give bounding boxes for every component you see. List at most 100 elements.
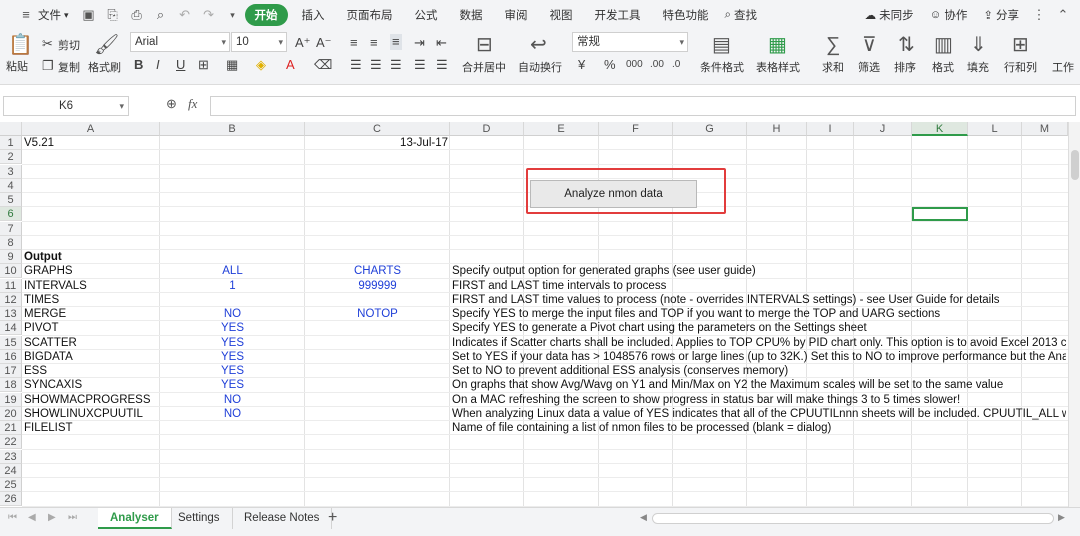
row-header[interactable]: 4 xyxy=(0,178,22,193)
italic-icon[interactable]: I xyxy=(156,58,160,72)
cell-a[interactable]: INTERVALS xyxy=(24,279,158,293)
cell-c[interactable] xyxy=(305,421,450,435)
decrease-decimal-icon[interactable]: .0 xyxy=(672,58,680,72)
first-sheet-icon[interactable]: ⏮ xyxy=(8,512,17,523)
cell-c[interactable] xyxy=(305,150,450,164)
redo-icon[interactable]: ↷ xyxy=(202,8,216,22)
cell-a[interactable] xyxy=(24,193,158,207)
cell-b[interactable]: NO xyxy=(160,407,305,421)
last-sheet-icon[interactable]: ⏭ xyxy=(68,512,77,523)
format-painter-button[interactable]: 格式刷 xyxy=(88,59,121,75)
cell-c[interactable] xyxy=(305,478,450,492)
row-header[interactable]: 16 xyxy=(0,349,22,364)
row-header[interactable]: 20 xyxy=(0,406,22,421)
distribute-icon[interactable]: ☰ xyxy=(436,58,448,72)
cell-a[interactable]: Output xyxy=(24,250,158,264)
column-header-j[interactable]: J xyxy=(854,122,912,136)
column-header-c[interactable]: C xyxy=(305,122,450,136)
cell-b[interactable] xyxy=(160,293,305,307)
increase-font-icon[interactable]: A⁺ xyxy=(295,36,311,50)
column-header-h[interactable]: H xyxy=(747,122,807,136)
tab-insert[interactable]: 插入 xyxy=(294,4,333,26)
border-icon[interactable]: ⊞ xyxy=(198,58,209,72)
file-menu[interactable]: ≡ 文件 ▾ xyxy=(6,4,77,26)
cell-c[interactable] xyxy=(305,492,450,506)
cell-c[interactable]: NOTOP xyxy=(305,307,450,321)
share-button[interactable]: ⇪ 分享 xyxy=(975,4,1027,26)
cell-b[interactable]: 1 xyxy=(160,279,305,293)
number-format-select[interactable]: 常规 ▾ xyxy=(572,32,688,52)
thousands-icon[interactable]: 000 xyxy=(626,58,643,72)
row-header[interactable]: 7 xyxy=(0,221,22,236)
column-header-l[interactable]: L xyxy=(968,122,1022,136)
sheet-tab-release-notes[interactable]: Release Notes xyxy=(232,508,333,529)
column-header-m[interactable]: M xyxy=(1022,122,1068,136)
cut-button[interactable]: 剪切 xyxy=(58,37,80,53)
copy-button[interactable]: 复制 xyxy=(58,59,80,75)
row-header[interactable]: 11 xyxy=(0,278,22,293)
column-header-f[interactable]: F xyxy=(599,122,673,136)
cell-d[interactable]: Indicates if Scatter charts shall be inc… xyxy=(452,336,1066,350)
row-header[interactable]: 25 xyxy=(0,478,22,492)
paste-icon[interactable]: 📋 xyxy=(8,34,33,56)
customize-icon[interactable]: ▾ xyxy=(226,8,240,22)
align-bottom-icon[interactable]: ≡ xyxy=(390,34,402,50)
cell-c[interactable] xyxy=(305,378,450,392)
zoom-icon[interactable]: ⊕ xyxy=(166,96,177,112)
cell-a[interactable]: SYNCAXIS xyxy=(24,378,158,392)
align-top-icon[interactable]: ≡ xyxy=(350,36,358,50)
merge-center-button[interactable]: 合并居中 xyxy=(462,59,506,75)
cell-a[interactable]: SCATTER xyxy=(24,336,158,350)
bold-icon[interactable]: B xyxy=(134,58,143,72)
analyze-nmon-button[interactable]: Analyze nmon data xyxy=(530,180,697,208)
sync-status[interactable]: ☁ 未同步 xyxy=(857,4,922,26)
name-box[interactable]: K6 ▾ xyxy=(3,96,129,116)
row-header[interactable]: 24 xyxy=(0,463,22,478)
font-size-select[interactable]: 10 ▾ xyxy=(231,32,287,52)
cell-b[interactable]: NO xyxy=(160,393,305,407)
cell-c[interactable] xyxy=(305,321,450,335)
cell-d[interactable] xyxy=(452,250,1066,264)
cell-a[interactable] xyxy=(24,150,158,164)
underline-icon[interactable]: U xyxy=(176,58,185,72)
cell-c[interactable] xyxy=(305,364,450,378)
cell-c[interactable] xyxy=(305,393,450,407)
sum-button[interactable]: 求和 xyxy=(822,59,844,75)
indent-icon[interactable]: ⇥ xyxy=(414,36,425,50)
cell-a[interactable] xyxy=(24,207,158,221)
sheet-tab-settings[interactable]: Settings xyxy=(166,508,233,529)
cell-c[interactable]: 13-Jul-17 xyxy=(305,136,450,150)
tab-formulas[interactable]: 公式 xyxy=(407,4,446,26)
row-header[interactable]: 5 xyxy=(0,193,22,207)
cell-a[interactable]: SHOWMACPROGRESS xyxy=(24,393,158,407)
cell-c[interactable] xyxy=(305,350,450,364)
wrap-text-button[interactable]: 自动换行 xyxy=(518,59,562,75)
cell-b[interactable]: YES xyxy=(160,321,305,335)
column-header-e[interactable]: E xyxy=(524,122,599,136)
selected-cell-k6[interactable] xyxy=(912,207,968,221)
row-header[interactable]: 9 xyxy=(0,250,22,264)
horizontal-scrollbar[interactable] xyxy=(652,513,1054,524)
row-header[interactable]: 3 xyxy=(0,164,22,179)
cell-a[interactable]: TIMES xyxy=(24,293,158,307)
cell-c[interactable]: 999999 xyxy=(305,279,450,293)
cell-d[interactable]: Specify YES to merge the input files and… xyxy=(452,307,1066,321)
save-icon[interactable]: ▣ xyxy=(82,8,96,22)
scroll-left-icon[interactable]: ◀ xyxy=(640,512,647,523)
cell-b[interactable]: YES xyxy=(160,364,305,378)
cell-c[interactable] xyxy=(305,336,450,350)
cell-b[interactable] xyxy=(160,179,305,193)
column-header-i[interactable]: I xyxy=(807,122,854,136)
cell-a[interactable] xyxy=(24,492,158,506)
cell-a[interactable] xyxy=(24,478,158,492)
cell-d[interactable]: Set to NO to prevent additional ESS anal… xyxy=(452,364,1066,378)
cell-c[interactable] xyxy=(305,193,450,207)
outdent-icon[interactable]: ⇤ xyxy=(436,36,447,50)
cell-b[interactable] xyxy=(160,421,305,435)
cell-a[interactable]: FILELIST xyxy=(24,421,158,435)
cell-a[interactable] xyxy=(24,236,158,250)
cell-a[interactable] xyxy=(24,435,158,449)
tab-data[interactable]: 数据 xyxy=(452,4,491,26)
cell-d[interactable]: When analyzing Linux data a value of YES… xyxy=(452,407,1066,421)
cell-d[interactable] xyxy=(452,236,1066,250)
